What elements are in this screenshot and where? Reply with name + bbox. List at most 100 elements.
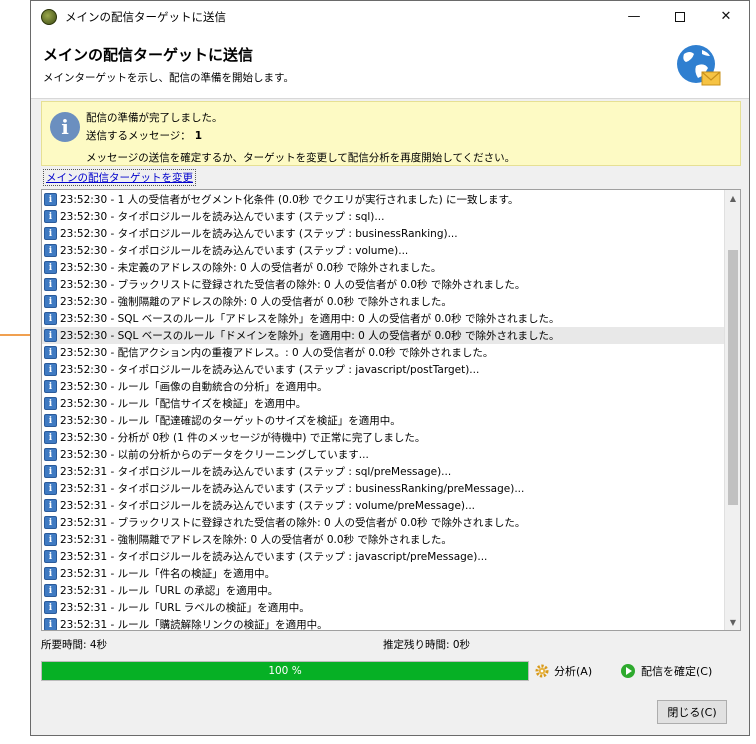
log-row-text: 23:52:31 - タイポロジルールを読み込んでいます (ステップ : bus…: [60, 483, 525, 495]
elapsed-time: 所要時間: 4秒: [41, 639, 108, 651]
messages-label: 送信するメッセージ：: [86, 130, 191, 142]
log-row-text: 23:52:31 - 強制隔離でアドレスを除外: 0 人の受信者が 0.0秒 で…: [60, 534, 452, 546]
log-row[interactable]: i 23:52:30 - 1 人の受信者がセグメント化条件 (0.0秒 でクエリが…: [42, 191, 724, 208]
info-icon: i: [44, 499, 57, 512]
info-icon: i: [44, 618, 57, 630]
log-row-text: 23:52:30 - 分析が 0秒 (1 件のメッセージが待機中) で正常に完了…: [60, 432, 426, 444]
log-row[interactable]: i 23:52:30 - 分析が 0秒 (1 件のメッセージが待機中) で正常に完…: [42, 429, 724, 446]
window-title: メインの配信ターゲットに送信: [65, 9, 226, 24]
dialog-header: メインの配信ターゲットに送信 メインターゲットを示し、配信の準備を開始します。: [31, 32, 749, 99]
log-row[interactable]: i 23:52:30 - ルール「配達確認のターゲットのサイズを検証」を適用中。: [42, 412, 724, 429]
log-row-text: 23:52:30 - ブラックリストに登録された受信者の除外: 0 人の受信者が…: [60, 279, 526, 291]
confirm-delivery-button[interactable]: 配信を確定(C): [621, 661, 712, 681]
log-row[interactable]: i 23:52:30 - 未定義のアドレスの除外: 0 人の受信者が 0.0秒 で…: [42, 259, 724, 276]
minimize-button[interactable]: —: [611, 1, 657, 32]
log-row-text: 23:52:31 - タイポロジルールを読み込んでいます (ステップ : jav…: [60, 551, 488, 563]
log-row[interactable]: i 23:52:30 - 配信アクション内の重複アドレス。: 0 人の受信者が 0…: [42, 344, 724, 361]
confirm-label: 配信を確定(C): [641, 665, 713, 678]
close-window-button[interactable]: ✕: [703, 1, 749, 32]
log-row[interactable]: i 23:52:30 - ブラックリストに登録された受信者の除外: 0 人の受信者…: [42, 276, 724, 293]
scroll-thumb[interactable]: [728, 250, 738, 505]
info-box: i 配信の準備が完了しました。 送信するメッセージ： 1 メッセージの送信を確定す…: [41, 101, 741, 166]
log-row[interactable]: i 23:52:30 - タイポロジルールを読み込んでいます (ステップ : bu…: [42, 225, 724, 242]
log-row-text: 23:52:31 - タイポロジルールを読み込んでいます (ステップ : sql…: [60, 466, 452, 478]
log-list[interactable]: i 23:52:30 - 1 人の受信者がセグメント化条件 (0.0秒 でクエリが…: [41, 189, 741, 631]
log-row[interactable]: i 23:52:30 - 以前の分析からのデータをクリーニングしています...: [42, 446, 724, 463]
info-icon: i: [44, 465, 57, 478]
close-button[interactable]: 閉じる(C): [657, 700, 727, 724]
info-icon: i: [44, 533, 57, 546]
log-row[interactable]: i 23:52:30 - タイポロジルールを読み込んでいます (ステップ : vo…: [42, 242, 724, 259]
maximize-button[interactable]: [657, 1, 703, 32]
log-row-text: 23:52:30 - 強制隔離のアドレスの除外: 0 人の受信者が 0.0秒 で…: [60, 296, 452, 308]
log-scrollbar[interactable]: ▲ ▼: [724, 190, 740, 630]
log-row[interactable]: i 23:52:30 - タイポロジルールを読み込んでいます (ステップ : ja…: [42, 361, 724, 378]
log-row[interactable]: i 23:52:30 - タイポロジルールを読み込んでいます (ステップ : sq…: [42, 208, 724, 225]
log-row-text: 23:52:30 - タイポロジルールを読み込んでいます (ステップ : sql…: [60, 211, 385, 223]
analyze-label: 分析(A): [554, 665, 593, 678]
info-icon: i: [44, 414, 57, 427]
log-row-text: 23:52:30 - 以前の分析からのデータをクリーニングしています...: [60, 449, 369, 461]
dialog-window: メインの配信ターゲットに送信 — ✕ メインの配信ターゲットに送信 メインターゲ…: [30, 0, 750, 736]
log-row-text: 23:52:30 - ルール「配信サイズを検証」を適用中。: [60, 398, 307, 410]
scroll-down-icon[interactable]: ▼: [725, 614, 740, 630]
log-row-text: 23:52:31 - ルール「件名の検証」を適用中。: [60, 568, 276, 580]
info-icon: i: [44, 380, 57, 393]
log-row[interactable]: i 23:52:31 - 強制隔離でアドレスを除外: 0 人の受信者が 0.0秒 …: [42, 531, 724, 548]
info-icon: i: [50, 112, 80, 142]
info-icon: i: [44, 312, 57, 325]
log-row-text: 23:52:30 - SQL ベースのルール「ドメインを除外」を適用中: 0 人…: [60, 330, 560, 342]
header-title: メインの配信ターゲットに送信: [43, 46, 254, 64]
remaining-time: 推定残り時間: 0秒: [383, 639, 471, 651]
log-row[interactable]: i 23:52:31 - タイポロジルールを読み込んでいます (ステップ : sq…: [42, 463, 724, 480]
info-icon: i: [44, 278, 57, 291]
info-icon: i: [44, 295, 57, 308]
log-row-text: 23:52:30 - ルール「配達確認のターゲットのサイズを検証」を適用中。: [60, 415, 401, 427]
gear-icon: [535, 664, 549, 678]
info-icon: i: [44, 261, 57, 274]
log-row-text: 23:52:31 - ルール「購読解除リンクの検証」を適用中。: [60, 619, 328, 631]
info-icon: i: [44, 567, 57, 580]
info-icon: i: [44, 516, 57, 529]
log-row[interactable]: i 23:52:31 - ルール「購読解除リンクの検証」を適用中。: [42, 616, 724, 631]
play-icon: [621, 664, 635, 678]
log-row[interactable]: i 23:52:31 - タイポロジルールを読み込んでいます (ステップ : bu…: [42, 480, 724, 497]
log-row-text: 23:52:31 - ルール「URL の承認」を適用中。: [60, 585, 279, 597]
log-row-text: 23:52:30 - SQL ベースのルール「アドレスを除外」を適用中: 0 人…: [60, 313, 560, 325]
analyze-button[interactable]: 分析(A): [534, 661, 592, 681]
info-icon: i: [44, 431, 57, 444]
info-icon: i: [44, 244, 57, 257]
change-target-link[interactable]: メインの配信ターゲットを変更: [43, 169, 196, 186]
log-row-text: 23:52:30 - タイポロジルールを読み込んでいます (ステップ : vol…: [60, 245, 409, 257]
info-ready-text: 配信の準備が完了しました。: [86, 112, 223, 124]
app-logo-icon: [41, 8, 57, 25]
log-row-text: 23:52:30 - 配信アクション内の重複アドレス。: 0 人の受信者が 0.…: [60, 347, 494, 359]
log-row[interactable]: i 23:52:30 - ルール「画像の自動統合の分析」を適用中。: [42, 378, 724, 395]
info-icon: i: [44, 346, 57, 359]
log-row[interactable]: i 23:52:31 - ルール「件名の検証」を適用中。: [42, 565, 724, 582]
log-row[interactable]: i 23:52:30 - ルール「配信サイズを検証」を適用中。: [42, 395, 724, 412]
log-row[interactable]: i 23:52:31 - ルール「URL の承認」を適用中。: [42, 582, 724, 599]
log-row[interactable]: i 23:52:30 - 強制隔離のアドレスの除外: 0 人の受信者が 0.0秒 …: [42, 293, 724, 310]
log-row-text: 23:52:30 - 未定義のアドレスの除外: 0 人の受信者が 0.0秒 で除…: [60, 262, 442, 274]
progress-bar: 100 %: [41, 661, 529, 681]
scroll-up-icon[interactable]: ▲: [725, 190, 740, 206]
header-subtitle: メインターゲットを示し、配信の準備を開始します。: [43, 72, 294, 84]
log-row[interactable]: i 23:52:31 - タイポロジルールを読み込んでいます (ステップ : vo…: [42, 497, 724, 514]
log-row-text: 23:52:31 - タイポロジルールを読み込んでいます (ステップ : vol…: [60, 500, 476, 512]
info-icon: i: [44, 363, 57, 376]
log-row[interactable]: i 23:52:31 - ブラックリストに登録された受信者の除外: 0 人の受信者…: [42, 514, 724, 531]
messages-count: 1: [194, 130, 203, 142]
log-row-text: 23:52:30 - 1 人の受信者がセグメント化条件 (0.0秒 でクエリが実…: [60, 194, 519, 206]
log-row[interactable]: i 23:52:30 - SQL ベースのルール「アドレスを除外」を適用中: 0 …: [42, 310, 724, 327]
log-row[interactable]: i 23:52:31 - ルール「URL ラベルの検証」を適用中。: [42, 599, 724, 616]
log-row-text: 23:52:30 - タイポロジルールを読み込んでいます (ステップ : bus…: [60, 228, 458, 240]
progress-label: 100 %: [268, 665, 302, 677]
log-row[interactable]: i 23:52:30 - SQL ベースのルール「ドメインを除外」を適用中: 0 …: [42, 327, 724, 344]
info-confirm-text: メッセージの送信を確定するか、ターゲットを変更して配信分析を再度開始してください…: [86, 152, 516, 164]
title-bar[interactable]: メインの配信ターゲットに送信 — ✕: [31, 1, 749, 32]
globe-mail-icon: [677, 45, 721, 86]
log-row[interactable]: i 23:52:31 - タイポロジルールを読み込んでいます (ステップ : ja…: [42, 548, 724, 565]
maximize-icon: [675, 11, 685, 22]
info-icon: i: [44, 193, 57, 206]
